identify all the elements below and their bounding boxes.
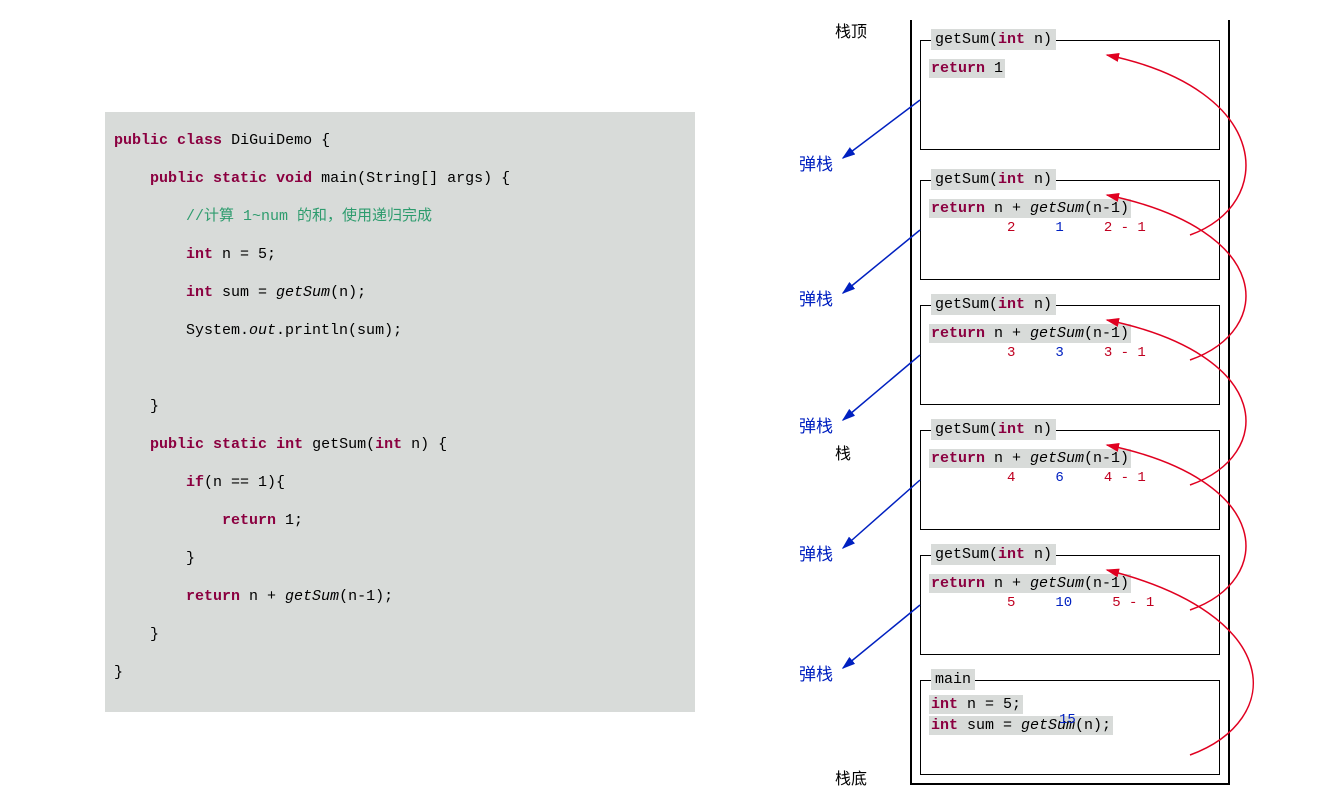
pop-label-4: 弹栈 <box>799 540 833 565</box>
value-arg: 2 - 1 <box>1104 220 1146 236</box>
value-n: 2 <box>1007 220 1015 236</box>
code-line-7 <box>105 350 695 388</box>
code-line-15: } <box>105 654 695 692</box>
code-line-12: } <box>105 540 695 578</box>
stack-frame-5: getSum(int n) return n + getSum(n-1) 510… <box>920 555 1220 655</box>
code-line-5: int sum = getSum(n); <box>105 274 695 312</box>
main-sum-value: 15 <box>1059 712 1076 728</box>
code-line-6: System.out.println(sum); <box>105 312 695 350</box>
frame-title: getSum(int n) <box>931 419 1056 440</box>
code-line-8: } <box>105 388 695 426</box>
code-line-2: public static void main(String[] args) { <box>105 160 695 198</box>
code-line-10: if(n == 1){ <box>105 464 695 502</box>
diagram-container: public class DiGuiDemo { public static v… <box>0 0 1337 796</box>
value-sum: 6 <box>1055 470 1063 486</box>
pop-label-1: 弹栈 <box>799 150 833 175</box>
value-n: 4 <box>1007 470 1015 486</box>
value-arg: 4 - 1 <box>1104 470 1146 486</box>
code-line-9: public static int getSum(int n) { <box>105 426 695 464</box>
label-stack: 栈 <box>835 440 851 464</box>
value-n: 3 <box>1007 345 1015 361</box>
code-panel: public class DiGuiDemo { public static v… <box>105 112 695 712</box>
value-sum: 1 <box>1055 220 1063 236</box>
value-arg: 3 - 1 <box>1104 345 1146 361</box>
label-stack-bottom: 栈底 <box>835 765 867 789</box>
frame-title: getSum(int n) <box>931 169 1056 190</box>
value-sum: 3 <box>1055 345 1063 361</box>
pop-label-2: 弹栈 <box>799 285 833 310</box>
value-arg: 5 - 1 <box>1112 595 1154 611</box>
frame-title: getSum(int n) <box>931 29 1056 50</box>
pop-label-5: 弹栈 <box>799 660 833 685</box>
stack-frame-main: main int n = 5; 15 int sum = getSum(n); <box>920 680 1220 775</box>
label-stack-top: 栈顶 <box>835 18 867 42</box>
pop-label-3: 弹栈 <box>799 412 833 437</box>
stack-frame-1: getSum(int n) return 1 <box>920 40 1220 150</box>
code-line-1: public class DiGuiDemo { <box>105 122 695 160</box>
code-line-4: int n = 5; <box>105 236 695 274</box>
stack-diagram: 栈顶 栈 栈底 弹栈 弹栈 弹栈 弹栈 弹栈 getSum(int n) ret… <box>795 10 1320 790</box>
code-line-3: //计算 1~num 的和，使用递归完成 <box>105 198 695 236</box>
code-line-13: return n + getSum(n-1); <box>105 578 695 616</box>
value-sum: 10 <box>1055 595 1072 611</box>
frame-title: main <box>931 669 975 690</box>
stack-frame-2: getSum(int n) return n + getSum(n-1) 212… <box>920 180 1220 280</box>
frame-title: getSum(int n) <box>931 544 1056 565</box>
code-line-11: return 1; <box>105 502 695 540</box>
frame-title: getSum(int n) <box>931 294 1056 315</box>
stack-frame-3: getSum(int n) return n + getSum(n-1) 333… <box>920 305 1220 405</box>
stack-frame-4: getSum(int n) return n + getSum(n-1) 464… <box>920 430 1220 530</box>
code-line-14: } <box>105 616 695 654</box>
value-n: 5 <box>1007 595 1015 611</box>
